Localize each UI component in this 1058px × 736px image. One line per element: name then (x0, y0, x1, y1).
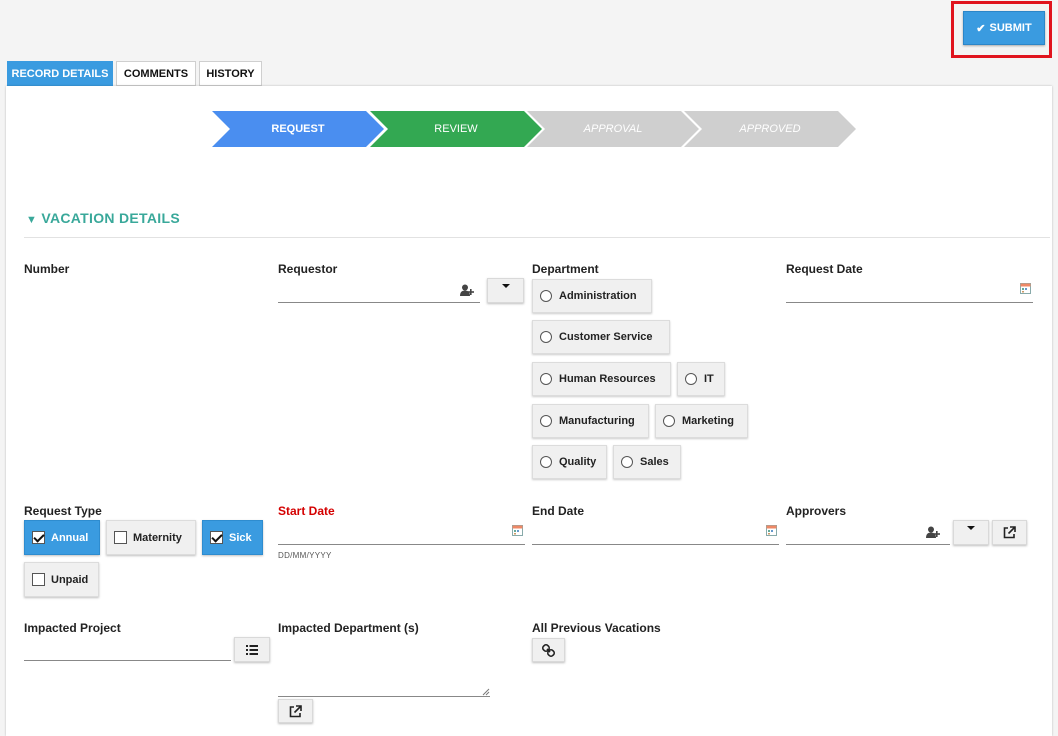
department-option-marketing[interactable]: Marketing (655, 404, 748, 438)
add-user-icon[interactable] (460, 284, 474, 296)
department-option-sales[interactable]: Sales (613, 445, 681, 479)
add-user-icon[interactable] (926, 526, 940, 538)
department-option-customer-service[interactable]: Customer Service (532, 320, 670, 354)
radio-icon (540, 456, 552, 468)
department-option-administration[interactable]: Administration (532, 279, 652, 313)
option-label: Customer Service (559, 331, 653, 343)
approvers-dropdown-button[interactable] (953, 520, 989, 545)
request-type-annual[interactable]: Annual (24, 520, 100, 555)
external-link-icon (289, 704, 302, 717)
tab-history[interactable]: HISTORY (199, 61, 262, 86)
number-label: Number (24, 262, 70, 276)
approvers-open-button[interactable] (992, 520, 1027, 545)
checkbox-icon (114, 531, 127, 544)
section-toggle[interactable]: ▼ VACATION DETAILS (26, 210, 180, 226)
request-type-unpaid[interactable]: Unpaid (24, 562, 99, 597)
request-date-label: Request Date (786, 262, 863, 276)
option-label: Sales (640, 456, 669, 468)
start-date-input[interactable] (278, 544, 525, 545)
approvers-label: Approvers (786, 504, 847, 518)
radio-icon (540, 290, 552, 302)
section-title: VACATION DETAILS (41, 210, 180, 226)
submit-button[interactable]: ✔ SUBMIT (963, 11, 1045, 45)
department-option-it[interactable]: IT (677, 362, 725, 396)
tab-comments[interactable]: COMMENTS (116, 61, 196, 86)
tab-record-details[interactable]: RECORD DETAILS (7, 61, 113, 86)
option-label: Annual (51, 531, 89, 544)
option-label: Marketing (682, 415, 734, 427)
option-label: Maternity (133, 531, 182, 544)
department-option-manufacturing[interactable]: Manufacturing (532, 404, 649, 438)
requestor-label: Requestor (278, 262, 338, 276)
impacted-project-list-button[interactable] (234, 637, 270, 662)
department-option-quality[interactable]: Quality (532, 445, 607, 479)
option-label: IT (704, 373, 714, 385)
checkbox-checked-icon (210, 531, 223, 544)
option-label: Manufacturing (559, 415, 635, 427)
tab-label: COMMENTS (123, 67, 189, 80)
approvers-input[interactable] (786, 544, 950, 545)
department-option-human-resources[interactable]: Human Resources (532, 362, 671, 396)
checkbox-icon (32, 573, 45, 586)
end-date-input[interactable] (532, 544, 779, 545)
calendar-icon[interactable] (766, 525, 777, 536)
step-label: APPROVED (739, 123, 801, 135)
requestor-input[interactable] (278, 302, 480, 303)
tab-label: HISTORY (206, 67, 255, 80)
radio-icon (663, 415, 675, 427)
impacted-project-input[interactable] (24, 660, 231, 661)
request-type-sick[interactable]: Sick (202, 520, 263, 555)
impacted-departments-open-button[interactable] (278, 699, 313, 723)
step-review: REVIEW (370, 111, 542, 147)
step-label: REQUEST (271, 123, 325, 135)
radio-icon (540, 415, 552, 427)
end-date-label: End Date (532, 504, 585, 518)
impacted-project-label: Impacted Project (24, 621, 121, 635)
option-label: Unpaid (51, 573, 89, 586)
radio-icon (540, 373, 552, 385)
step-approval: APPROVAL (527, 111, 699, 147)
department-label: Department (532, 262, 599, 276)
option-label: Quality (559, 456, 597, 468)
step-request: REQUEST (212, 111, 384, 147)
caret-down-icon (967, 526, 975, 530)
link-icon (542, 643, 555, 657)
check-icon: ✔ (976, 22, 986, 35)
previous-vacations-label: All Previous Vacations (532, 621, 661, 635)
list-icon (246, 644, 258, 655)
checkbox-checked-icon (32, 531, 45, 544)
step-label: REVIEW (434, 123, 478, 135)
request-type-maternity[interactable]: Maternity (106, 520, 196, 555)
submit-button-label: SUBMIT (989, 22, 1032, 34)
caret-down-icon (501, 284, 510, 288)
tab-label: RECORD DETAILS (11, 67, 109, 80)
previous-vacations-link-button[interactable] (532, 638, 565, 662)
radio-icon (621, 456, 633, 468)
option-label: Administration (559, 290, 637, 302)
step-label: APPROVAL (583, 123, 643, 135)
calendar-icon[interactable] (1020, 283, 1031, 294)
resize-handle-icon[interactable] (482, 688, 490, 696)
option-label: Sick (229, 531, 252, 544)
impacted-departments-textarea[interactable] (278, 696, 490, 697)
section-divider (24, 237, 1050, 238)
requestor-dropdown-button[interactable] (487, 278, 524, 303)
start-date-label: Start Date (278, 504, 335, 518)
impacted-departments-label: Impacted Department (s) (278, 621, 419, 635)
external-link-icon (1003, 526, 1016, 539)
request-date-input[interactable] (786, 302, 1033, 303)
radio-icon (685, 373, 697, 385)
request-type-label: Request Type (24, 504, 102, 518)
triangle-down-icon: ▼ (26, 214, 38, 226)
start-date-hint: DD/MM/YYYY (278, 551, 332, 560)
option-label: Human Resources (559, 373, 656, 385)
step-approved: APPROVED (684, 111, 856, 147)
record-details-panel (6, 86, 1052, 736)
calendar-icon[interactable] (512, 525, 523, 536)
radio-icon (540, 331, 552, 343)
